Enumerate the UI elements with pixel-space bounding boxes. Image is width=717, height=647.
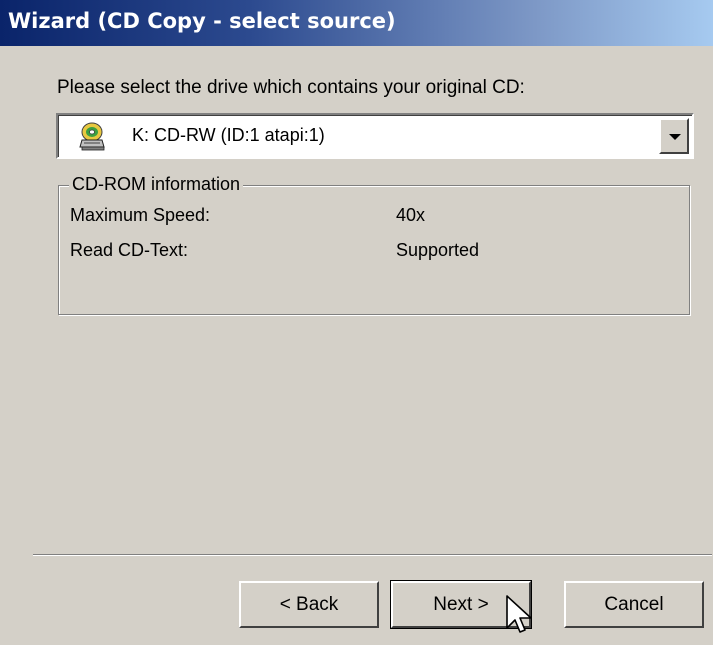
mouse-pointer-icon (506, 595, 532, 633)
selected-drive-value: K: CD-RW (ID:1 atapi:1) (132, 125, 325, 145)
title-bar[interactable]: Wizard (CD Copy - select source) (0, 0, 713, 46)
cancel-button[interactable]: Cancel (564, 581, 704, 628)
drive-prompt-label: Please select the drive which contains y… (57, 77, 525, 98)
window-title: Wizard (CD Copy - select source) (8, 9, 396, 33)
dropdown-arrow-button[interactable] (659, 118, 689, 154)
wizard-window: Wizard (CD Copy - select source) Please … (0, 0, 715, 647)
cdrom-info-group: CD-ROM information Maximum Speed: 40x Re… (58, 174, 690, 315)
drive-select-dropdown[interactable]: K: CD-RW (ID:1 atapi:1) (56, 113, 694, 159)
back-button[interactable]: < Back (239, 581, 379, 628)
cd-drive-icon (79, 122, 105, 151)
read-cdtext-label: Read CD-Text: (70, 240, 189, 260)
max-speed-value: 40x (396, 205, 426, 225)
footer-divider (33, 554, 712, 556)
chevron-down-icon (669, 134, 681, 140)
cdrom-info-legend: CD-ROM information (69, 174, 244, 195)
read-cdtext-value: Supported (396, 240, 480, 260)
max-speed-label: Maximum Speed: (70, 205, 211, 225)
